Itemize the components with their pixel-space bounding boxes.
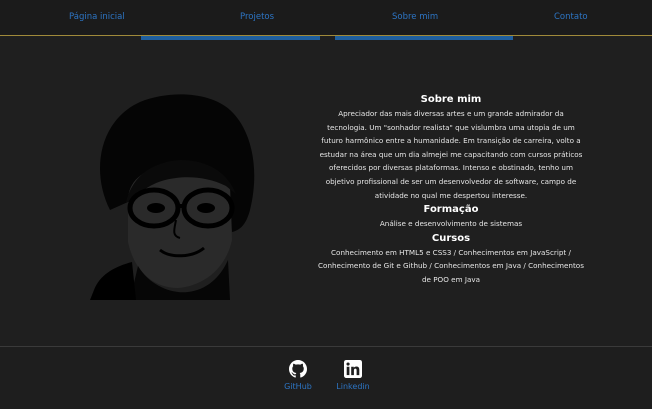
linkedin-icon bbox=[344, 360, 362, 378]
nav-link-projects[interactable]: Projetos bbox=[240, 12, 274, 22]
linkedin-label: Linkedin bbox=[336, 382, 370, 391]
nav-active-bar-right bbox=[335, 36, 513, 40]
about-text: Apreciador das mais diversas artes e um … bbox=[319, 109, 583, 200]
profile-portrait-image bbox=[90, 94, 255, 300]
nav-link-about[interactable]: Sobre mim bbox=[392, 12, 438, 22]
nav-link-contact[interactable]: Contato bbox=[554, 12, 588, 22]
github-icon bbox=[289, 360, 307, 378]
top-navigation: Página inicial Projetos Sobre mim Contat… bbox=[0, 0, 652, 36]
github-label: GitHub bbox=[284, 382, 312, 391]
courses-title: Cursos bbox=[431, 232, 471, 244]
github-link[interactable]: GitHub bbox=[268, 360, 328, 391]
education-title: Formação bbox=[423, 204, 479, 216]
nav-active-bar-left bbox=[141, 36, 320, 40]
education-text: Análise e desenvolvimento de sistemas bbox=[379, 219, 523, 229]
nav-link-home[interactable]: Página inicial bbox=[69, 12, 125, 22]
footer: GitHub Linkedin bbox=[0, 346, 652, 409]
linkedin-link[interactable]: Linkedin bbox=[323, 360, 383, 391]
about-title: Sobre mim bbox=[420, 94, 482, 105]
courses-text: Conhecimento em HTML5 e CSS3 / Conhecime… bbox=[318, 247, 584, 284]
about-section: Sobre mim Apreciador das mais diversas a… bbox=[318, 92, 584, 287]
